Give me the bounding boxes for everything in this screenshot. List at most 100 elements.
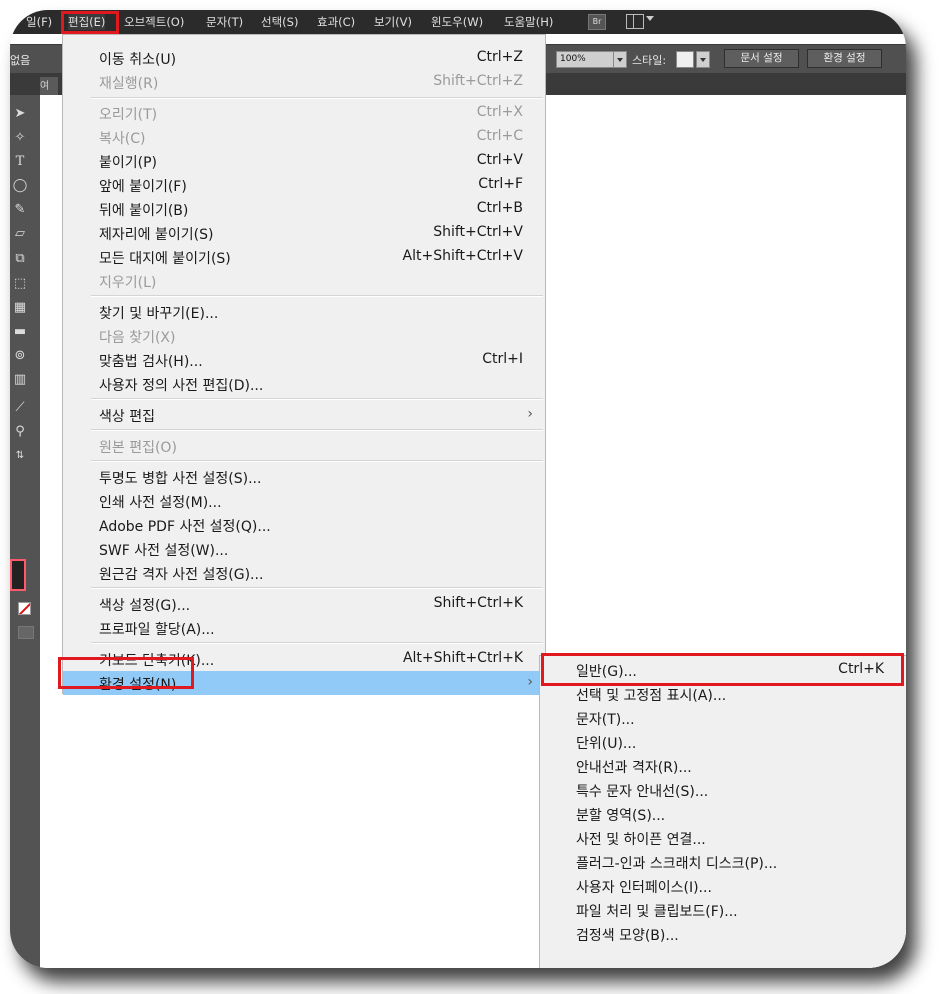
menu-item-copy[interactable]: 복사(C) Ctrl+C (63, 125, 545, 149)
menu-item-shortcut: Ctrl+C (476, 128, 523, 144)
menu-item-perspective-grid-presets[interactable]: 원근감 격자 사전 설정(G)... (63, 561, 545, 585)
chevron-right-icon: › (527, 674, 533, 690)
menu-object[interactable]: 오브젝트(O) (124, 14, 184, 30)
menu-item-label: 분할 영역(S)... (576, 808, 666, 824)
menu-item-check-spelling[interactable]: 맞춤법 검사(H)... Ctrl+I (63, 348, 545, 372)
preferences-submenu: 일반(G)... Ctrl+K 선택 및 고정점 표시(A)... 문자(T).… (539, 655, 906, 968)
menu-file[interactable]: 일(F) (26, 14, 52, 30)
menu-item-color-settings[interactable]: 색상 설정(G)... Shift+Ctrl+K (63, 592, 545, 616)
menu-item-shortcut: Ctrl+B (476, 200, 523, 216)
style-swatch[interactable] (676, 51, 694, 68)
submenu-item-hyphenation[interactable]: 사전 및 하이픈 연결... (540, 826, 906, 850)
submenu-item-file-handling-clipboard[interactable]: 파일 처리 및 클립보드(F)... (540, 898, 906, 922)
menu-separator (91, 295, 543, 297)
document-tab[interactable]: 여 (40, 77, 58, 95)
ellipse-icon[interactable]: ◯ (10, 177, 30, 195)
menu-item-edit-original[interactable]: 원본 편집(O) (63, 434, 545, 458)
submenu-item-guides-grid[interactable]: 안내선과 격자(R)... (540, 754, 906, 778)
selection-icon[interactable]: ➤ (10, 105, 30, 123)
shape-builder-icon[interactable]: ⊚ (10, 347, 30, 365)
highlight-box-edit-menu (61, 11, 119, 34)
column-graph-icon[interactable]: ▥ (10, 371, 30, 389)
menu-select[interactable]: 선택(S) (261, 14, 298, 30)
menu-item-pdf-presets[interactable]: Adobe PDF 사전 설정(Q)... (63, 513, 545, 537)
menu-item-assign-profile[interactable]: 프로파일 할당(A)... (63, 616, 545, 640)
menu-item-label: 앞에 붙이기(F) (99, 179, 187, 195)
menu-type[interactable]: 문자(T) (206, 14, 243, 30)
menu-window[interactable]: 윈도우(W) (431, 14, 483, 30)
submenu-item-smart-guides[interactable]: 특수 문자 안내선(S)... (540, 778, 906, 802)
bridge-button[interactable]: Br (588, 14, 606, 30)
workspace-layout-icon[interactable] (626, 14, 644, 29)
zoom-field[interactable]: 100% (556, 51, 615, 68)
menu-effect[interactable]: 효과(C) (317, 14, 355, 30)
menu-item-edit-colors[interactable]: 색상 편집 › (63, 403, 545, 427)
menu-item-shortcut: Shift+Ctrl+K (433, 595, 523, 611)
menu-item-label: 색상 편집 (99, 409, 155, 425)
preferences-button[interactable]: 환경 설정 (807, 49, 882, 68)
menu-item-label: 오리기(T) (99, 107, 158, 123)
menu-view[interactable]: 보기(V) (374, 14, 412, 30)
menu-item-label: 붙이기(P) (99, 155, 158, 171)
tool-panel: ➤ ✧ T ◯ ✎ ▱ ⧉ ⬚ ▦ ▬ ⊚ ▥ ⟋ ⚲ ⇅ (10, 95, 40, 968)
chevron-down-icon[interactable] (646, 16, 654, 21)
type-icon[interactable]: T (10, 153, 30, 171)
menu-item-shortcut: Shift+Ctrl+Z (433, 73, 523, 89)
gradient-icon[interactable]: ▬ (10, 323, 30, 341)
menu-item-paste-on-all-artboards[interactable]: 모든 대지에 붙이기(S) Alt+Shift+Ctrl+V (63, 245, 545, 269)
eraser-icon[interactable]: ▱ (10, 225, 30, 243)
submenu-item-plugins-scratch-disks[interactable]: 플러그-인과 스크래치 디스크(P)... (540, 850, 906, 874)
draw-mode-icon[interactable] (18, 626, 34, 639)
none-swatch-icon[interactable] (18, 602, 31, 615)
free-transform-icon[interactable]: ⬚ (10, 275, 30, 293)
highlight-box-preferences (58, 657, 194, 689)
menu-bar: 일(F) 편집(E) 오브젝트(O) 문자(T) 선택(S) 효과(C) 보기(… (10, 10, 906, 34)
menu-item-shortcut: Shift+Ctrl+V (433, 224, 523, 240)
menu-item-label: 사전 및 하이픈 연결... (576, 832, 706, 848)
menu-help[interactable]: 도움말(H) (504, 14, 553, 30)
menu-item-shortcut: Ctrl+I (482, 351, 523, 367)
menu-item-label: 사용자 정의 사전 편집(D)... (99, 378, 264, 394)
menu-item-cut[interactable]: 오리기(T) Ctrl+X (63, 101, 545, 125)
menu-item-label: 인쇄 사전 설정(M)... (99, 495, 222, 511)
pen-icon[interactable]: ✎ (10, 201, 30, 219)
submenu-item-units[interactable]: 단위(U)... (540, 730, 906, 754)
menu-item-label: 원본 편집(O) (99, 440, 177, 456)
menu-item-paste-in-place[interactable]: 제자리에 붙이기(S) Shift+Ctrl+V (63, 221, 545, 245)
menu-item-swf-presets[interactable]: SWF 사전 설정(W)... (63, 537, 545, 561)
menu-item-find-next[interactable]: 다음 찾기(X) (63, 324, 545, 348)
graph-icon[interactable]: ▦ (10, 299, 30, 317)
direct-selection-icon[interactable]: ✧ (10, 129, 30, 147)
zoom-icon[interactable]: ⚲ (10, 423, 30, 441)
menu-item-print-presets[interactable]: 인쇄 사전 설정(M)... (63, 489, 545, 513)
menu-item-redo[interactable]: 재실행(R) Shift+Ctrl+Z (63, 70, 545, 94)
menu-item-paste-in-back[interactable]: 뒤에 붙이기(B) Ctrl+B (63, 197, 545, 221)
menu-item-label: Adobe PDF 사전 설정(Q)... (99, 519, 271, 535)
eyedropper-icon[interactable]: ⟋ (10, 399, 30, 417)
menu-item-label: 재실행(R) (99, 76, 159, 92)
fill-color-swatch[interactable] (10, 559, 26, 591)
highlight-box-general (541, 653, 904, 686)
menu-item-paste-in-front[interactable]: 앞에 붙이기(F) Ctrl+F (63, 173, 545, 197)
menu-item-label: 문자(T)... (576, 712, 635, 728)
menu-item-edit-custom-dictionary[interactable]: 사용자 정의 사전 편집(D)... (63, 372, 545, 396)
document-setup-button[interactable]: 문서 설정 (724, 49, 799, 68)
menu-item-undo[interactable]: 이동 취소(U) Ctrl+Z (63, 46, 545, 70)
menu-item-clear[interactable]: 지우기(L) (63, 269, 545, 293)
zoom-dropdown-icon[interactable] (613, 51, 627, 68)
menu-item-flattener-presets[interactable]: 투명도 병합 사전 설정(S)... (63, 465, 545, 489)
submenu-item-type[interactable]: 문자(T)... (540, 706, 906, 730)
submenu-item-appearance-of-black[interactable]: 검정색 모양(B)... (540, 922, 906, 946)
style-label: 스타일: (632, 54, 667, 67)
swap-icon[interactable]: ⇅ (10, 447, 30, 465)
submenu-item-user-interface[interactable]: 사용자 인터페이스(I)... (540, 874, 906, 898)
scale-icon[interactable]: ⧉ (10, 250, 30, 268)
menu-item-label: 선택 및 고정점 표시(A)... (576, 688, 727, 704)
submenu-item-slices[interactable]: 분할 영역(S)... (540, 802, 906, 826)
style-dropdown-icon[interactable] (696, 51, 710, 68)
menu-item-find-replace[interactable]: 찾기 및 바꾸기(E)... (63, 300, 545, 324)
menu-item-paste[interactable]: 붙이기(P) Ctrl+V (63, 149, 545, 173)
chevron-right-icon: › (527, 406, 533, 422)
menu-item-label: 복사(C) (99, 131, 146, 147)
menu-item-shortcut: Alt+Shift+Ctrl+V (402, 248, 523, 264)
